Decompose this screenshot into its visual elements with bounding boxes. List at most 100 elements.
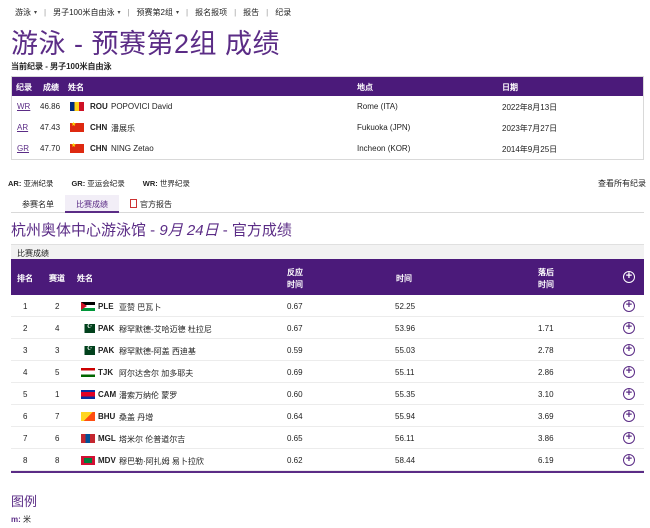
venue-heading: 杭州奥体中心游泳馆 - 9月 24日 - 官方成绩: [11, 219, 292, 240]
cell-lane: 5: [55, 368, 60, 377]
expand-row-icon[interactable]: +: [623, 410, 635, 422]
col-behind-2: 时间: [538, 280, 554, 289]
abbrev-text: 世界纪录: [159, 179, 190, 188]
breadcrumb-label: 男子100米自由泳: [53, 7, 115, 17]
cell-behind: 1.71: [538, 324, 554, 333]
cell-athlete[interactable]: 塔米尔 伦普道尔吉: [119, 434, 185, 445]
results-table: 排名 赛道 姓名 反应 时间 时间 落后 时间 + 1 2 PLE 亚赞 巴瓦卜 0.6…: [11, 259, 644, 473]
flag-icon: [81, 345, 95, 355]
cell-athlete[interactable]: 穆罕默德-阿盖 西迪基: [119, 346, 196, 357]
flag-icon: [81, 456, 95, 465]
all-records-link[interactable]: 查看所有纪录: [598, 178, 646, 189]
breadcrumb-sport[interactable]: 游泳 ▾: [15, 7, 37, 18]
cell-rank: 7: [23, 434, 28, 443]
record-code[interactable]: AR: [17, 123, 28, 132]
cell-time: 58.44: [395, 456, 416, 465]
record-noc: ROU: [90, 102, 108, 111]
breadcrumb-separator: |: [234, 7, 237, 17]
record-row: AR 47.43 CHN潘展乐 Fukuoka (JPN) 2023年7月27日: [12, 117, 643, 138]
cell-time: 55.11: [395, 368, 415, 377]
expand-all-icon[interactable]: +: [623, 271, 635, 283]
expand-row-icon[interactable]: +: [623, 300, 635, 312]
record-athlete[interactable]: NING Zetao: [111, 144, 154, 153]
legend-text: 米: [23, 515, 32, 524]
venue-separator: -: [218, 222, 232, 239]
expand-row-icon[interactable]: +: [623, 344, 635, 356]
table-row[interactable]: 2 4 PAK 穆罕默德-艾哈迈德 杜拉尼 0.67 53.96 1.71 +: [11, 317, 644, 339]
record-athlete[interactable]: 潘展乐: [111, 123, 135, 134]
expand-row-icon[interactable]: +: [623, 432, 635, 444]
table-row[interactable]: 4 5 TJK 阿尔达舍尔 加多耶夫 0.69 55.11 2.86 +: [11, 361, 644, 383]
chevron-down-icon: ▾: [34, 9, 38, 16]
cell-athlete[interactable]: 穆罕默德-艾哈迈德 杜拉尼: [119, 324, 212, 335]
legend-title: 图例: [11, 494, 38, 509]
breadcrumb-phase[interactable]: 预赛第2组 ▾: [137, 7, 179, 18]
expand-row-icon[interactable]: +: [623, 454, 635, 466]
abbrev-code: GR:: [71, 179, 86, 188]
cell-reaction: 0.59: [287, 346, 303, 355]
flag-icon: [81, 434, 95, 443]
cell-noc: MGL: [98, 434, 116, 443]
tab-label: 官方报告: [140, 200, 172, 209]
cell-rank: 6: [23, 412, 28, 421]
chevron-down-icon: ▾: [176, 9, 180, 16]
legend-code: m:: [11, 515, 21, 524]
breadcrumb-label: 报名报项: [195, 7, 228, 17]
col-reaction-1: 反应: [287, 268, 303, 277]
cell-rank: 5: [23, 390, 28, 399]
cell-time: 55.94: [395, 412, 416, 421]
abbrev-text: 亚运会纪录: [87, 179, 125, 188]
cell-athlete[interactable]: 亚赞 巴瓦卜: [119, 302, 161, 313]
section-label: 比赛成绩: [11, 244, 644, 259]
table-row[interactable]: 1 2 PLE 亚赞 巴瓦卜 0.67 52.25 +: [11, 295, 644, 317]
breadcrumb-separator: |: [186, 7, 189, 17]
cell-reaction: 0.64: [287, 412, 303, 421]
breadcrumb-separator: |: [266, 7, 269, 17]
tab-results[interactable]: 比赛成绩: [65, 195, 119, 213]
abbrev-text: 亚洲纪录: [23, 179, 54, 188]
cell-lane: 7: [55, 412, 60, 421]
breadcrumb-event[interactable]: 男子100米自由泳 ▾: [53, 7, 120, 18]
record-code[interactable]: GR: [17, 144, 29, 153]
cell-rank: 8: [23, 456, 28, 465]
table-row[interactable]: 5 1 CAM 潘索万纳伦 蒙罗 0.60 55.35 3.10 +: [11, 383, 644, 405]
records-subtitle: 当前纪录 - 男子100米自由泳: [11, 62, 112, 71]
cell-lane: 4: [55, 324, 60, 333]
tab-official-report[interactable]: 官方报告: [119, 195, 183, 213]
cell-noc: PAK: [98, 324, 115, 333]
record-date: 2014年9月25日: [502, 145, 558, 154]
col-name: 姓名: [68, 83, 84, 92]
flag-icon: [70, 142, 84, 153]
record-row: WR 46.86 ROU POPOVICI David Rome (ITA) 2022年8…: [12, 96, 643, 117]
record-result: 47.70: [40, 144, 61, 153]
cell-lane: 1: [55, 390, 60, 399]
cell-athlete[interactable]: 桑盖 丹增: [119, 412, 153, 423]
table-row[interactable]: 8 8 MDV 穆巴勒·阿扎姆 易卜拉欣 0.62 58.44 6.19 +: [11, 449, 644, 471]
record-athlete[interactable]: POPOVICI David: [111, 102, 172, 111]
cell-behind: 3.69: [538, 412, 554, 421]
expand-row-icon[interactable]: +: [623, 388, 635, 400]
table-row[interactable]: 6 7 BHU 桑盖 丹增 0.64 55.94 3.69 +: [11, 405, 644, 427]
abbrev-item: AR: 亚洲纪录: [8, 178, 53, 189]
breadcrumb-entries[interactable]: 报名报项: [195, 7, 227, 18]
cell-lane: 6: [55, 434, 60, 443]
breadcrumb-records[interactable]: 纪录: [275, 7, 291, 18]
expand-row-icon[interactable]: +: [623, 366, 635, 378]
cell-athlete[interactable]: 穆巴勒·阿扎姆 易卜拉欣: [119, 456, 204, 467]
breadcrumb-reports[interactable]: 报告: [243, 7, 259, 18]
table-row[interactable]: 7 6 MGL 塔米尔 伦普道尔吉 0.65 56.11 3.86 +: [11, 427, 644, 449]
record-date: 2023年7月27日: [502, 124, 558, 133]
tab-label: 参赛名单: [22, 200, 54, 209]
expand-row-icon[interactable]: +: [623, 322, 635, 334]
flag-icon: [70, 102, 84, 111]
record-code[interactable]: WR: [17, 102, 30, 111]
col-record: 纪录: [16, 83, 32, 92]
breadcrumb-separator: |: [44, 7, 47, 17]
col-reaction-2: 时间: [287, 280, 303, 289]
table-row[interactable]: 3 3 PAK 穆罕默德-阿盖 西迪基 0.59 55.03 2.78 +: [11, 339, 644, 361]
tab-start-list[interactable]: 参赛名单: [11, 195, 65, 213]
flag-icon: [70, 121, 84, 132]
cell-athlete[interactable]: 阿尔达舍尔 加多耶夫: [119, 368, 193, 379]
breadcrumb: 游泳 ▾ | 男子100米自由泳 ▾ | 预赛第2组 ▾ | 报名报项 | 报告 | …: [15, 6, 291, 18]
cell-athlete[interactable]: 潘索万纳伦 蒙罗: [119, 390, 177, 401]
